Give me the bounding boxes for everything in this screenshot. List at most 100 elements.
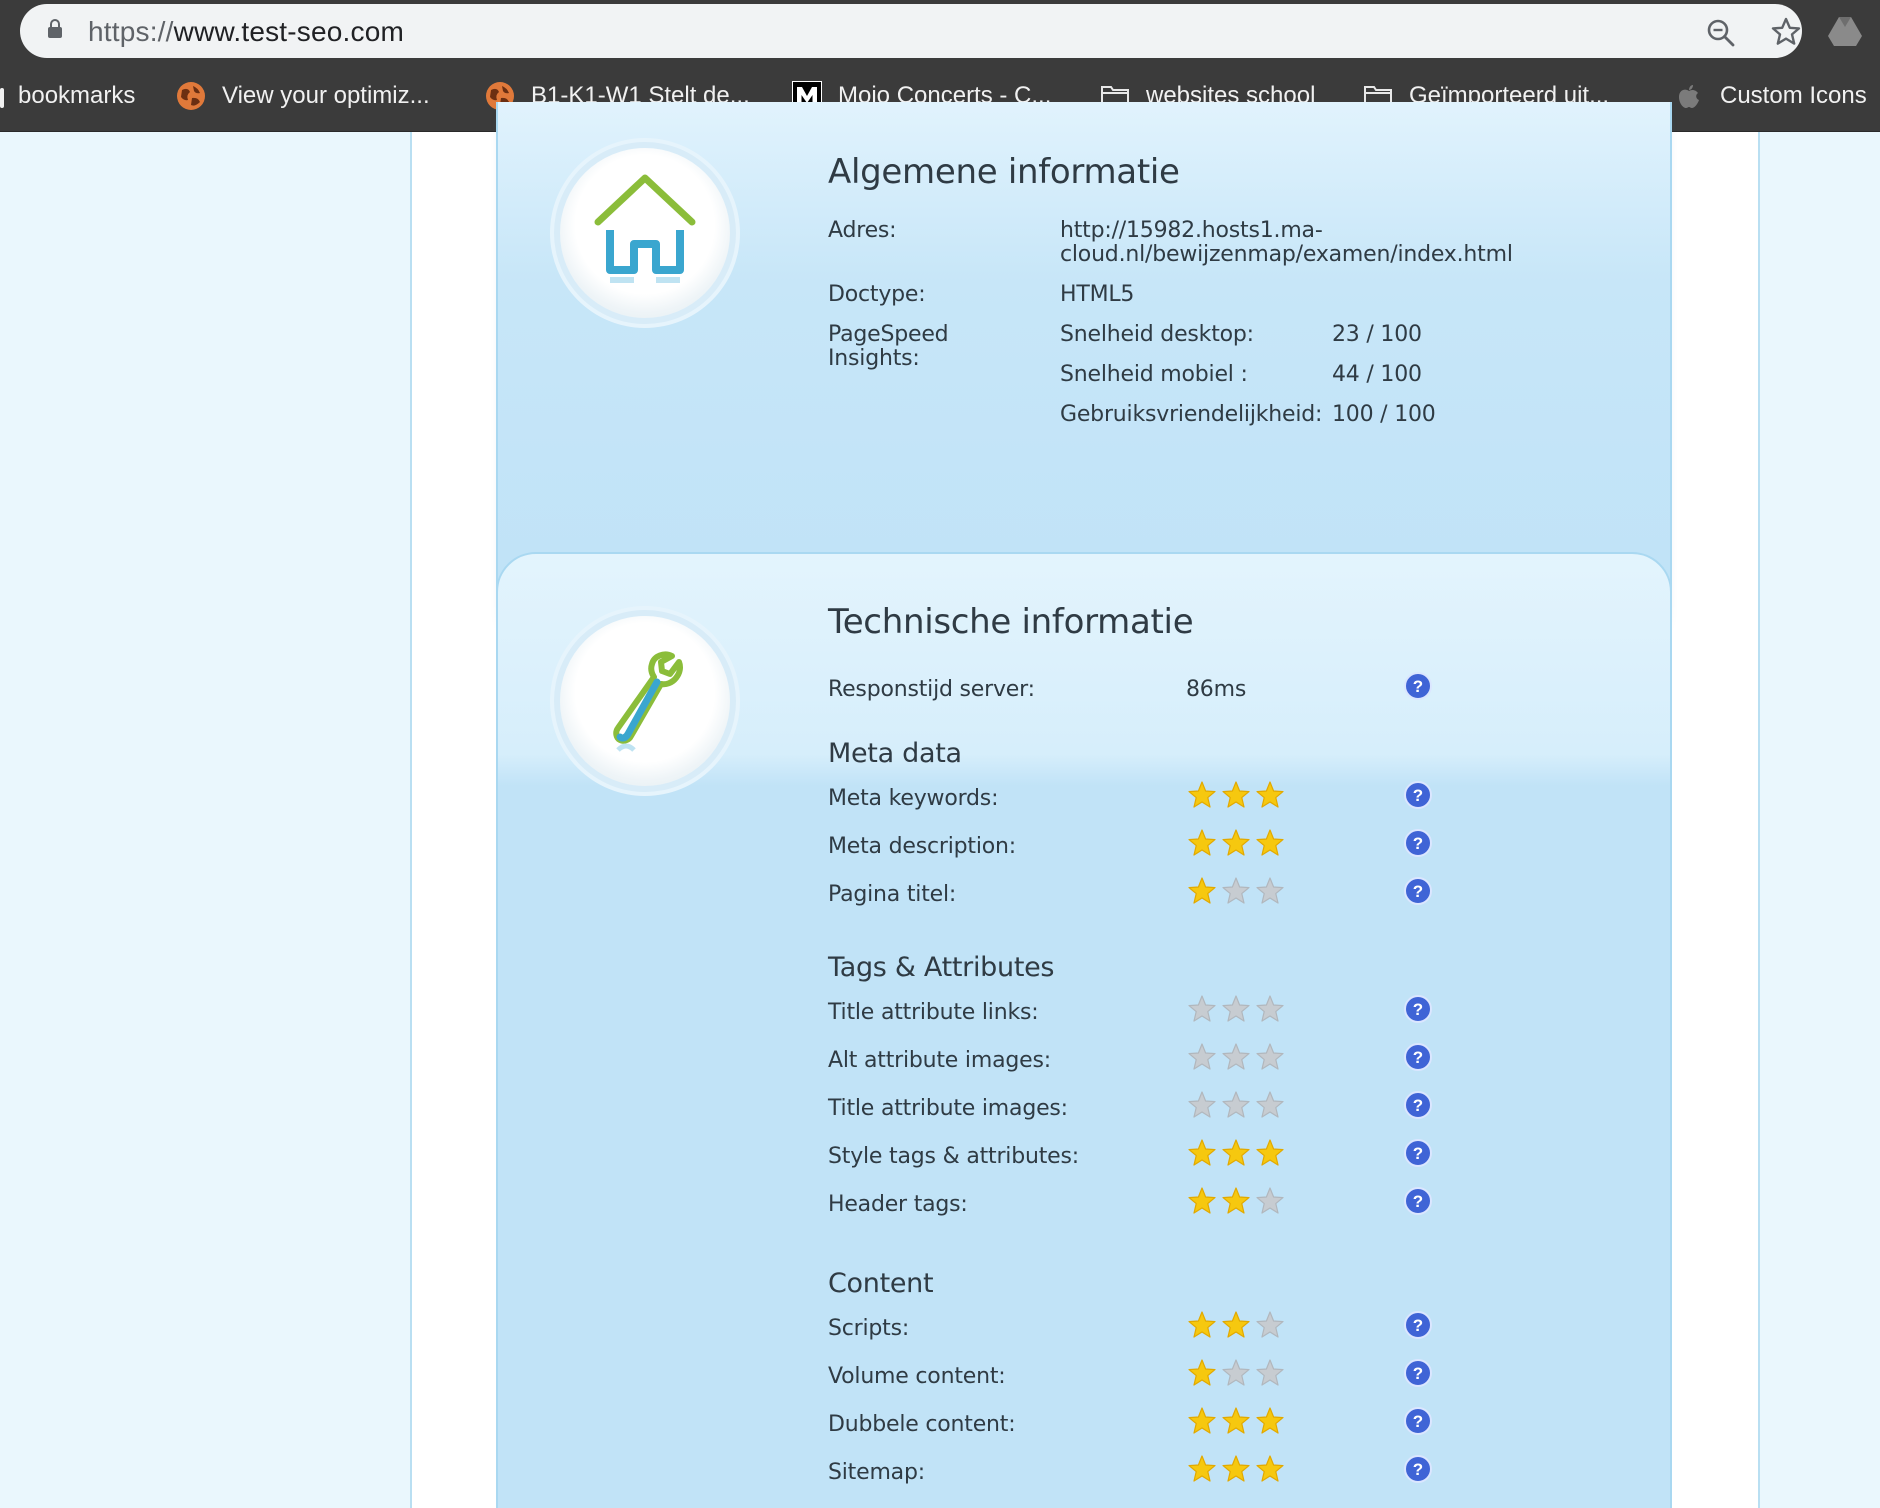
response-time-value: 86ms xyxy=(1186,677,1247,702)
star-filled-icon xyxy=(1188,1407,1216,1434)
star-filled-icon xyxy=(1256,781,1284,808)
speed-mobile-value: 44 / 100 xyxy=(1332,362,1422,387)
help-icon[interactable]: ? xyxy=(1404,1091,1432,1119)
pagespeed-label-line-2: Insights: xyxy=(828,346,920,371)
star-empty-icon xyxy=(1256,1311,1284,1338)
adres-value-line-1: http://15982.hosts1.ma- xyxy=(1060,218,1323,243)
home-icon xyxy=(594,174,696,283)
star-filled-icon xyxy=(1188,1311,1216,1338)
star-empty-icon xyxy=(1256,1187,1284,1214)
star-empty-icon xyxy=(1256,877,1284,904)
help-icon[interactable]: ? xyxy=(1404,781,1432,809)
svg-text:?: ? xyxy=(1413,1096,1423,1115)
star-filled-icon xyxy=(1188,1359,1216,1386)
rating-label: Header tags: xyxy=(828,1192,968,1217)
technical-info-title: Technische informatie xyxy=(828,602,1194,642)
help-icon[interactable]: ? xyxy=(1404,1139,1432,1167)
star-rating xyxy=(1188,1455,1284,1482)
help-icon[interactable]: ? xyxy=(1404,877,1432,905)
star-rating xyxy=(1188,1359,1284,1386)
response-time-label: Responstijd server: xyxy=(828,677,1035,702)
svg-text:?: ? xyxy=(1413,1192,1423,1211)
section-heading: Content xyxy=(828,1268,934,1299)
usability-value: 100 / 100 xyxy=(1332,402,1436,427)
svg-text:?: ? xyxy=(1413,1412,1423,1431)
help-icon[interactable]: ? xyxy=(1404,1043,1432,1071)
help-icon[interactable]: ? xyxy=(1404,672,1432,700)
address-bar[interactable]: https://www.test-seo.com xyxy=(20,4,1802,58)
home-badge xyxy=(560,148,730,318)
star-empty-icon xyxy=(1222,995,1250,1022)
bookmark-custom-icons[interactable]: Custom Icons xyxy=(1674,76,1867,116)
star-filled-icon xyxy=(1222,781,1250,808)
apple-icon xyxy=(1679,85,1699,108)
star-empty-icon xyxy=(1222,1091,1250,1118)
rating-label: Meta keywords: xyxy=(828,786,999,811)
speed-desktop-label: Snelheid desktop: xyxy=(1060,322,1254,347)
star-filled-icon xyxy=(1188,1455,1216,1482)
star-empty-icon xyxy=(1222,877,1250,904)
help-icon[interactable]: ? xyxy=(1404,1187,1432,1215)
lock-icon[interactable] xyxy=(48,19,62,39)
svg-text:?: ? xyxy=(1413,1316,1423,1335)
bookmark-view-your-optimiz[interactable]: View your optimiz... xyxy=(176,76,430,116)
wrench-icon xyxy=(613,651,683,752)
star-rating xyxy=(1188,995,1284,1022)
help-icon[interactable]: ? xyxy=(1404,1359,1432,1387)
star-empty-icon xyxy=(1222,1043,1250,1070)
page-content: Algemene informatie Adres: http://15982.… xyxy=(0,102,1880,1508)
star-filled-icon xyxy=(1256,1407,1284,1434)
star-filled-icon xyxy=(1222,1139,1250,1166)
bookmark-label: Custom Icons xyxy=(1720,82,1867,109)
star-filled-icon xyxy=(1222,1455,1250,1482)
url-text[interactable]: https://www.test-seo.com xyxy=(88,16,404,48)
help-icon[interactable]: ? xyxy=(1404,995,1432,1023)
help-icon[interactable]: ? xyxy=(1404,1311,1432,1339)
svg-text:?: ? xyxy=(1413,1000,1423,1019)
star-empty-icon xyxy=(1256,1043,1284,1070)
star-rating xyxy=(1188,877,1284,904)
svg-text:?: ? xyxy=(1413,882,1423,901)
rating-label: Title attribute links: xyxy=(828,1000,1039,1025)
star-rating xyxy=(1188,1187,1284,1214)
doctype-label: Doctype: xyxy=(828,282,926,307)
star-empty-icon xyxy=(1256,1091,1284,1118)
rating-label: Meta description: xyxy=(828,834,1016,859)
section-heading: Meta data xyxy=(828,738,962,769)
pagespeed-label-line-1: PageSpeed xyxy=(828,322,949,347)
help-icon[interactable]: ? xyxy=(1404,829,1432,857)
star-filled-icon xyxy=(1222,829,1250,856)
rating-label: Alt attribute images: xyxy=(828,1048,1051,1073)
doctype-value: HTML5 xyxy=(1060,282,1135,307)
star-empty-icon xyxy=(1188,1043,1216,1070)
section-heading: Tags & Attributes xyxy=(828,952,1055,983)
bookmark-star-icon[interactable] xyxy=(1770,16,1802,48)
help-icon[interactable]: ? xyxy=(1404,1407,1432,1435)
svg-text:?: ? xyxy=(1413,1460,1423,1479)
star-empty-icon xyxy=(1256,995,1284,1022)
zoom-icon[interactable] xyxy=(1706,18,1736,48)
rating-label: Pagina titel: xyxy=(828,882,957,907)
star-rating xyxy=(1188,1407,1284,1434)
bookmark-label: bookmarks xyxy=(18,82,136,109)
svg-text:?: ? xyxy=(1413,1048,1423,1067)
bookmark-label: View your optimiz... xyxy=(222,82,430,109)
star-empty-icon xyxy=(1256,1359,1284,1386)
globe-icon xyxy=(177,82,205,110)
rating-label: Style tags & attributes: xyxy=(828,1144,1079,1169)
adres-label: Adres: xyxy=(828,218,897,243)
star-filled-icon xyxy=(1188,829,1216,856)
rating-label: Volume content: xyxy=(828,1364,1006,1389)
rating-label: Dubbele content: xyxy=(828,1412,1016,1437)
speed-mobile-label: Snelheid mobiel : xyxy=(1060,362,1248,387)
drive-icon[interactable] xyxy=(1828,16,1862,46)
bookmark-bookmarks[interactable]: bookmarks xyxy=(18,76,135,116)
star-empty-icon xyxy=(1188,1091,1216,1118)
help-icon[interactable]: ? xyxy=(1404,1455,1432,1483)
general-info-title: Algemene informatie xyxy=(828,152,1180,192)
star-rating xyxy=(1188,781,1284,808)
rating-label: Sitemap: xyxy=(828,1460,925,1485)
tools-badge xyxy=(560,616,730,786)
speed-desktop-value: 23 / 100 xyxy=(1332,322,1422,347)
adres-value-line-2: cloud.nl/bewijzenmap/examen/index.html xyxy=(1060,242,1513,267)
